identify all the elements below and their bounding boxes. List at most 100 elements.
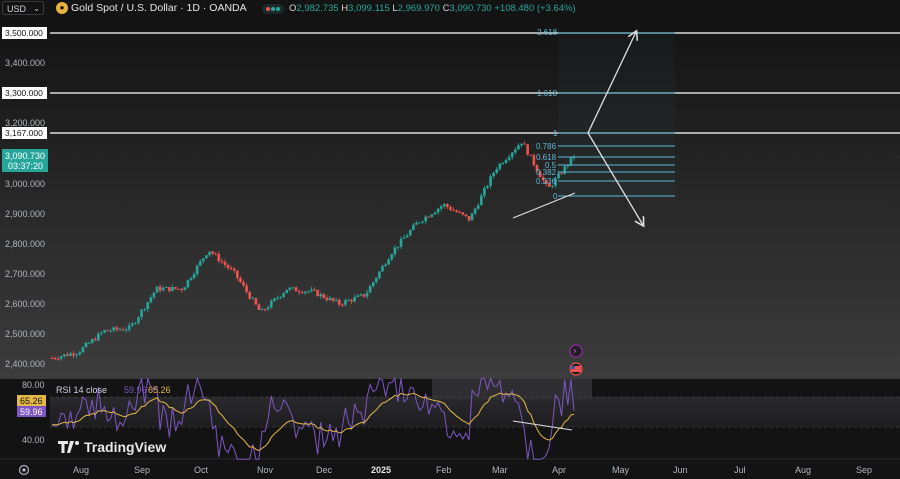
price-label-3400: 3,400.000	[5, 58, 45, 68]
candle-body	[56, 358, 60, 360]
candle-body	[288, 287, 292, 290]
candle-body	[368, 286, 372, 293]
candle-body	[109, 330, 112, 332]
candle-body	[112, 327, 116, 331]
market-status-indicator[interactable]	[262, 4, 284, 14]
candle-body	[514, 149, 517, 153]
last-price-label: 3,090.730	[5, 151, 45, 161]
candle-body	[371, 282, 375, 287]
bar-countdown: 03:37:20	[8, 161, 43, 171]
rsi-ma-axis-label: 65.26	[20, 396, 43, 406]
candle-body	[226, 264, 230, 269]
candle-body	[353, 297, 356, 302]
price-label-2600: 2,600.000	[5, 299, 45, 309]
rsi-axis-label: 59.96	[20, 407, 43, 417]
candle-body	[106, 330, 109, 332]
candle-body	[507, 157, 511, 160]
candle-body	[239, 277, 242, 282]
time-axis[interactable]: Aug Sep Oct Nov Dec 2025 Feb Mar Apr May…	[18, 464, 873, 476]
candle-body	[375, 277, 378, 283]
candle-body	[124, 329, 128, 331]
candle-body	[384, 264, 387, 267]
candle-body	[217, 254, 221, 262]
candle-body	[476, 205, 480, 209]
rsi-axis-40: 40.00	[22, 435, 45, 445]
watermark-text: TradingView	[84, 439, 166, 455]
candle-body	[399, 238, 403, 247]
candle-body	[50, 357, 54, 359]
candle-body	[279, 296, 282, 298]
us-economic-event-icon[interactable]	[569, 362, 583, 376]
candle-body	[143, 309, 146, 311]
time-label-jun: Jun	[673, 465, 688, 475]
price-label-3000: 3,000.000	[5, 179, 45, 189]
candle-body	[161, 287, 165, 291]
candle-body	[452, 209, 455, 211]
candle-body	[433, 212, 437, 215]
candle-body	[408, 230, 412, 236]
fib-label-1618: 1.618	[537, 89, 558, 98]
candle-body	[526, 144, 529, 155]
candle-body	[90, 339, 94, 343]
candle-body	[415, 222, 418, 225]
candle-body	[152, 292, 156, 298]
candle-body	[396, 246, 400, 248]
candle-body	[59, 356, 63, 359]
fib-label-0236: 0.236	[536, 177, 557, 186]
time-label-jul: Jul	[734, 465, 746, 475]
candle-body	[195, 265, 199, 275]
time-label-may: May	[612, 465, 630, 475]
candle-body	[421, 221, 424, 223]
time-label-oct: Oct	[194, 465, 209, 475]
candle-body	[220, 261, 224, 263]
candle-body	[248, 291, 251, 299]
rsi-title: RSI 14 close	[56, 385, 107, 395]
candle-body	[517, 145, 520, 150]
symbol-title[interactable]: Gold Spot / U.S. Dollar · 1D · OANDA	[71, 2, 247, 14]
candle-body	[362, 294, 366, 297]
candle-body	[356, 295, 360, 298]
candle-body	[498, 163, 502, 170]
candle-body	[523, 143, 526, 145]
time-label-aug: Aug	[73, 465, 89, 475]
candle-body	[455, 210, 458, 213]
fib-label-1: 1	[553, 129, 558, 138]
candle-body	[504, 159, 508, 164]
candle-body	[149, 297, 153, 303]
time-label-sep: Sep	[134, 465, 150, 475]
candle-body	[103, 330, 106, 333]
candle-body	[202, 258, 205, 261]
fib-label-0382: 0.382	[536, 168, 557, 177]
candle-body	[214, 253, 218, 255]
currency-selector[interactable]: USD ⌄	[2, 1, 44, 15]
candle-body	[242, 281, 245, 286]
candle-body	[473, 208, 477, 214]
candle-body	[177, 288, 180, 290]
price-label-2800: 2,800.000	[5, 239, 45, 249]
svg-text:⚡: ⚡	[572, 347, 578, 356]
time-label-aug2: Aug	[795, 465, 811, 475]
candle-body	[282, 293, 285, 297]
price-chart[interactable]: 3,500.000 3,400.000 3,300.000 3,200.000 …	[0, 17, 900, 479]
candle-body	[270, 300, 273, 308]
candle-body	[464, 214, 468, 217]
dividend-event-icon[interactable]: ⚡	[569, 344, 583, 358]
candle-body	[266, 307, 270, 310]
time-label-sep2: Sep	[856, 465, 872, 475]
time-label-dec: Dec	[316, 465, 333, 475]
time-label-nov: Nov	[257, 465, 274, 475]
candle-body	[66, 354, 69, 356]
candle-body	[378, 271, 381, 278]
candle-body	[492, 172, 495, 177]
candle-body	[439, 206, 443, 209]
price-label-3500: 3,500.000	[5, 28, 43, 38]
candle-body	[291, 287, 295, 289]
candle-body	[205, 255, 208, 259]
candle-body	[446, 204, 449, 207]
candle-body	[223, 261, 227, 265]
candle-body	[347, 299, 350, 301]
candle-body	[273, 298, 276, 301]
time-label-mar: Mar	[492, 465, 508, 475]
candle-body	[303, 291, 307, 294]
settings-gear-icon[interactable]	[18, 464, 30, 476]
